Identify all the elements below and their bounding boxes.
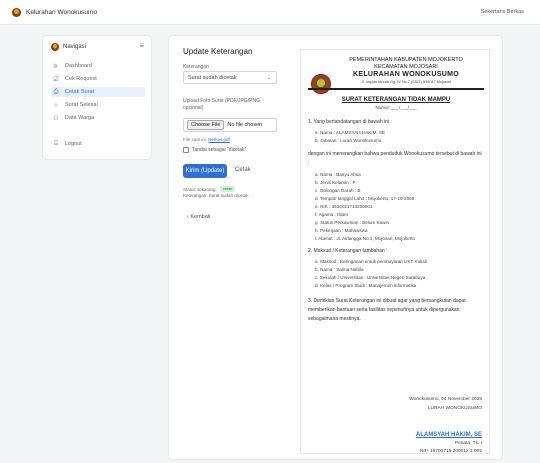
purpose-field: c. Sekolah / Universitas : Universitas N… — [315, 275, 426, 280]
signature-place-date: Wonokusumo, 04 November 2025 — [409, 397, 482, 402]
letterhead-line-1: PEMERINTAHAN KABUPATEN MOJOKERTO — [349, 57, 463, 63]
resident-field: f. Agama : Islam — [315, 212, 348, 217]
resident-field: i. Alamat : Jl. Airlangga No.1, Mojosari… — [315, 236, 416, 241]
choose-file-button[interactable]: Choose File — [187, 120, 225, 130]
keterangan-select[interactable]: Surat sudah dicetak ⌄ — [183, 71, 277, 84]
sidebar-item-cetak-surat[interactable]: ⎙ Cetak Surat — [51, 87, 145, 97]
sidebar-item-label: Cek Request — [65, 76, 97, 82]
signer-position: b. Jabatan : Lurah Wonokusumo — [315, 138, 382, 143]
brand-logo — [12, 8, 21, 17]
status-row: Status sekarang: cetak — [183, 186, 236, 192]
signer-name: a. Nama : ALAMSYAH HAKIM, SE — [315, 130, 386, 135]
star-icon: ☆ — [53, 102, 59, 109]
print-button[interactable]: Cetak — [235, 167, 251, 173]
back-link[interactable]: ‹ Kembali — [187, 214, 210, 220]
submit-update-button[interactable]: Kirim (Update) — [183, 164, 227, 178]
status-label: Status sekarang: — [183, 186, 217, 192]
intro-paragraph: dengan ini menerangkan bahwa penduduk Wo… — [308, 151, 482, 166]
sidebar-item-data-warga[interactable]: ⚇ Data Warga — [51, 113, 145, 123]
sidebar-item-logout[interactable]: ⍈ Logout — [51, 139, 145, 149]
sidebar: Navigasi ≡ ⊪ Dashboard ☑ Cek Request ⎙ C… — [42, 35, 152, 160]
letterhead-divider — [308, 88, 484, 90]
letter-number: Nomor: ___/___/___ — [375, 105, 417, 110]
resident-field: g. Status Perkawinan : Belum Kawin — [315, 220, 390, 225]
current-file-note: File saat ini: Berkas.pdf — [183, 137, 230, 142]
mark-printed-row[interactable]: Tandai sebagai "dicetak" — [183, 147, 246, 153]
sidebar-item-dashboard[interactable]: ⊪ Dashboard — [51, 61, 145, 71]
resident-field: e. NIK : 3516021710200001 — [315, 204, 373, 209]
main-card: Update Keterangan Keterangan Surat sudah… — [168, 35, 503, 460]
printer-icon: ⎙ — [53, 88, 59, 95]
sidebar-item-label: Surat Selesai — [65, 102, 98, 108]
keterangan-label: Keterangan — [183, 64, 209, 70]
page-title: Update Keterangan — [183, 47, 253, 56]
current-file-label: File saat ini: — [183, 137, 208, 142]
signature-nip: NIP. 19700715 200012 1 005 — [419, 449, 482, 454]
sidebar-title: Navigasi — [63, 44, 87, 50]
status-badge: cetak — [219, 186, 236, 192]
letterhead-line-3: KELURAHAN WONOKUSUMO — [353, 71, 459, 78]
file-upload-input[interactable]: Choose File No file chosen — [183, 118, 277, 132]
sidebar-logo — [51, 43, 59, 51]
purpose-field: d. Kelas / Program Studi : Manajemen inf… — [315, 283, 417, 288]
checkbox-icon: ☑ — [53, 76, 59, 83]
chevron-down-icon: ⌄ — [266, 75, 271, 81]
letterhead-address: Jl. Impian Murah Gg. IV No.7 (0321) 5940… — [360, 80, 452, 84]
sidebar-item-label: Cetak Surat — [65, 89, 95, 95]
keterangan-value: Surat sudah dicetak — [188, 75, 237, 81]
letter-preview: PEMERINTAHAN KABUPATEN MOJOKERTO KECAMAT… — [300, 49, 490, 454]
signature-rank: Penata, Tk. I — [454, 441, 482, 446]
user-name[interactable]: Sekertaris Berkas — [481, 9, 524, 15]
section-1-heading: 1. Yang bertandatangan di bawah ini : — [308, 119, 392, 125]
users-icon: ⚇ — [53, 115, 59, 122]
signature-name: ALAMSYAH HAKIM, SE — [415, 432, 482, 438]
mark-printed-label[interactable]: Tandai sebagai "dicetak" — [192, 147, 246, 153]
purpose-field: a. Maksud : Keringanan untuk pembayaran … — [315, 259, 428, 264]
chart-icon: ⊪ — [53, 63, 59, 70]
sidebar-item-label: Dashboard — [65, 63, 92, 69]
section-2-heading: 2. Maksud / Keterangan tambahan : — [308, 248, 388, 254]
government-seal-logo — [311, 74, 331, 94]
resident-field: d. Tempat/ tanggal Lahir : Mojokerto, 17… — [315, 196, 415, 201]
top-navbar: Kelurahan Wonokusumo Sekertaris Berkas — [0, 0, 540, 25]
letterhead-line-2: KECAMATAN MOJOSARI — [374, 64, 438, 70]
menu-icon[interactable]: ≡ — [139, 42, 144, 50]
no-file-text: No file chosen — [227, 122, 263, 128]
status-note: Keterangan: Surat sudah dicetak — [183, 193, 249, 198]
sidebar-item-surat-selesai[interactable]: ☆ Surat Selesai — [51, 100, 145, 110]
logout-icon: ⍈ — [54, 140, 58, 147]
mark-printed-checkbox[interactable] — [183, 147, 189, 153]
resident-field: b. Jenis Kelamin : P — [315, 180, 356, 185]
brand-name[interactable]: Kelurahan Wonokusumo — [26, 9, 97, 16]
resident-field: a. Nama : Banyu Ahsa — [315, 172, 361, 177]
signature-role: LURAH WONOKUSUMO — [427, 406, 482, 411]
purpose-field: b. Nama : Salma Nabila — [315, 267, 364, 272]
resident-field: c. Golongan Darah : B — [315, 188, 361, 193]
letter-title: SURAT KETERANGAN TIDAK MAMPU — [341, 97, 451, 103]
current-file-link[interactable]: Berkas.pdf — [208, 137, 230, 142]
sidebar-item-cek-request[interactable]: ☑ Cek Request — [51, 74, 145, 84]
sidebar-item-label: Data Warga — [65, 115, 95, 121]
closing-paragraph: 3. Demikian Surat Keterangan ini dibuat … — [308, 298, 466, 322]
upload-label: Upload Foto Surat (PDF/JPG/PNG, opsional… — [183, 98, 262, 111]
sidebar-item-label: Logout — [65, 141, 82, 147]
resident-field: h. Pekerjaan : Mahasiswa — [315, 228, 368, 233]
